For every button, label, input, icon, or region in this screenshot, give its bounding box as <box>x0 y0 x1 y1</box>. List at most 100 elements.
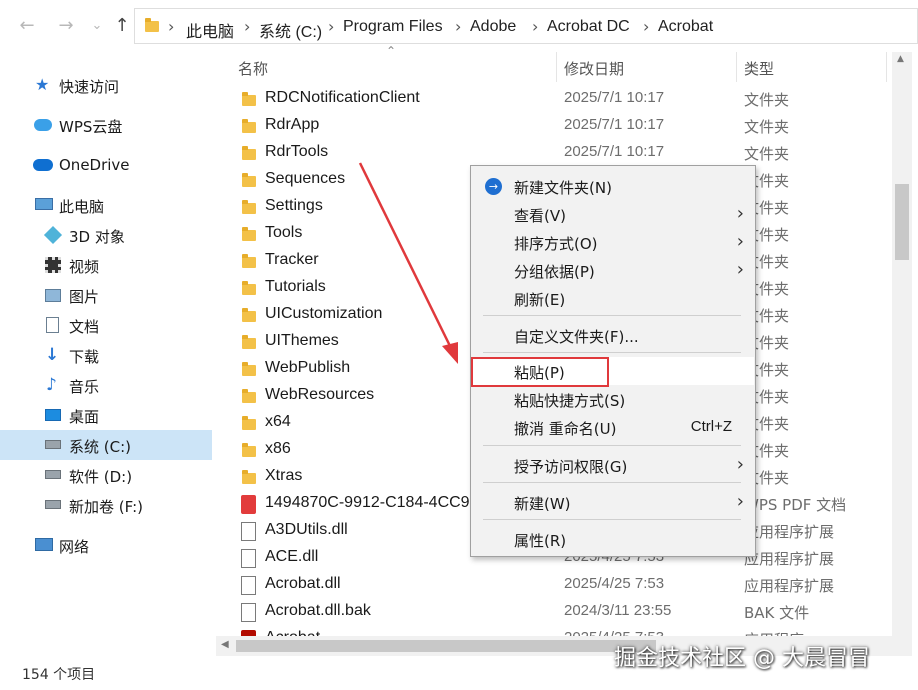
sidebar-item-documents[interactable]: 文档 <box>0 310 212 340</box>
breadcrumb-this-pc[interactable]: 此电脑 <box>186 18 234 42</box>
column-divider[interactable] <box>886 52 887 82</box>
sidebar-item-onedrive[interactable]: OneDrive <box>0 150 212 180</box>
breadcrumb-acrobat[interactable]: Acrobat <box>658 18 713 36</box>
menu-item[interactable]: 刷新(E) <box>472 284 754 312</box>
folder-icon <box>242 200 256 214</box>
sidebar-item-network[interactable]: 网络 <box>0 530 212 560</box>
sidebar-item-label: 音乐 <box>69 378 100 396</box>
menu-item[interactable]: 授予访问权限(G) › <box>472 451 754 479</box>
file-type: 文件夹 <box>744 118 790 136</box>
sidebar-item-label: 快速访问 <box>59 78 120 96</box>
sidebar-item-label: 图片 <box>69 288 100 306</box>
folder-icon <box>242 146 256 160</box>
file-name: Tools <box>265 224 303 241</box>
vertical-scrollbar[interactable]: ▲ <box>892 52 912 636</box>
chevron-right-icon: › <box>736 203 744 224</box>
sidebar-item-pictures[interactable]: 图片 <box>0 280 212 310</box>
menu-separator <box>483 519 741 520</box>
menu-item[interactable]: 撤消 重命名(U) Ctrl+Z <box>472 413 754 441</box>
folder-icon <box>242 416 256 430</box>
file-name: x64 <box>265 413 291 430</box>
column-divider[interactable] <box>556 52 557 82</box>
sidebar-item-this-pc[interactable]: 此电脑 <box>0 190 212 220</box>
column-header-name[interactable]: 名称 <box>238 58 268 79</box>
menu-item[interactable]: 查看(V) › <box>472 200 754 228</box>
menu-item[interactable]: 粘贴快捷方式(S) <box>472 385 754 413</box>
horizontal-scroll-thumb[interactable] <box>236 640 656 652</box>
file-row[interactable]: RdrTools 2025/7/1 10:17 文件夹 <box>216 140 892 167</box>
file-type: 文件夹 <box>744 91 790 109</box>
menu-item[interactable]: 排序方式(O) › <box>472 228 754 256</box>
sidebar-item-label: WPS云盘 <box>59 118 123 136</box>
sidebar-item-music[interactable]: ♪ 音乐 <box>0 370 212 400</box>
file-name: 1494870C-9912-C184-4CC9- <box>265 494 475 511</box>
sidebar-item-drive-f[interactable]: 新加卷 (F:) <box>0 490 212 520</box>
scroll-left-icon[interactable]: ◀ <box>221 639 229 650</box>
scroll-up-icon[interactable]: ▲ <box>897 54 904 64</box>
menu-item[interactable]: 自定义文件夹(F)... <box>472 321 754 349</box>
dll-file-icon <box>241 576 256 595</box>
picture-icon <box>45 289 61 302</box>
file-name: RdrApp <box>265 116 320 133</box>
dll-file-icon <box>241 549 256 568</box>
file-row[interactable]: RdrApp 2025/7/1 10:17 文件夹 <box>216 113 892 140</box>
address-bar[interactable]: › 此电脑 › 系统 (C:) › Program Files › Adobe … <box>134 8 918 44</box>
computer-icon <box>35 198 53 210</box>
sidebar-item-desktop[interactable]: 桌面 <box>0 400 212 430</box>
breadcrumb-adobe[interactable]: Adobe <box>470 18 516 36</box>
sidebar-item-label: 网络 <box>59 538 90 556</box>
menu-item-label: 新建(W) <box>514 495 571 513</box>
back-arrow-icon[interactable]: ← <box>16 15 38 37</box>
annotation-highlight-box <box>471 357 609 387</box>
dll-file-icon <box>241 522 256 541</box>
breadcrumb-separator: › <box>168 17 175 36</box>
file-name: UIThemes <box>265 332 339 349</box>
sidebar-item-wps-cloud[interactable]: WPS云盘 <box>0 110 212 140</box>
up-arrow-icon[interactable]: ↑ <box>111 15 133 37</box>
file-row[interactable]: RDCNotificationClient 2025/7/1 10:17 文件夹 <box>216 86 892 113</box>
file-type: WPS PDF 文档 <box>744 496 847 514</box>
sidebar-item-quick-access[interactable]: ★ 快速访问 <box>0 70 212 100</box>
menu-separator <box>483 315 741 316</box>
breadcrumb-separator: › <box>328 17 335 36</box>
file-name: Acrobat.dll.bak <box>265 602 371 619</box>
folder-icon <box>242 173 256 187</box>
breadcrumb-program-files[interactable]: Program Files <box>343 18 443 36</box>
sidebar-item-drive-c[interactable]: 系统 (C:) <box>0 430 212 460</box>
breadcrumb-acrobat-dc[interactable]: Acrobat DC <box>547 18 630 36</box>
recent-dropdown-icon[interactable]: ⌄ <box>86 15 108 37</box>
chevron-right-icon: › <box>736 454 744 475</box>
explorer-window: ← → ⌄ ↑ › 此电脑 › 系统 (C:) › Program Files … <box>0 0 918 690</box>
menu-item-label: 属性(R) <box>514 532 567 550</box>
folder-icon <box>242 389 256 403</box>
file-row[interactable]: Acrobat.dll 2025/4/25 7:53 应用程序扩展 <box>216 572 892 599</box>
menu-item[interactable]: 分组依据(P) › <box>472 256 754 284</box>
menu-separator <box>483 445 741 446</box>
vertical-scroll-thumb[interactable] <box>895 184 909 260</box>
folder-icon <box>242 308 256 322</box>
network-icon <box>35 538 53 551</box>
menu-item[interactable]: 新建(W) › <box>472 488 754 516</box>
menu-item[interactable]: → 新建文件夹(N) <box>472 172 754 200</box>
file-name: A3DUtils.dll <box>265 521 348 538</box>
annotation-arrow-shaft <box>358 162 452 347</box>
file-row[interactable]: Acrobat.dll.bak 2024/3/11 23:55 BAK 文件 <box>216 599 892 626</box>
file-row[interactable]: Acrobat 2025/4/25 7:53 应用程序 <box>216 626 892 636</box>
sidebar-item-downloads[interactable]: ↓ 下载 <box>0 340 212 370</box>
file-type: BAK 文件 <box>744 604 810 622</box>
breadcrumb-drive-c[interactable]: 系统 (C:) <box>259 18 322 42</box>
column-divider[interactable] <box>736 52 737 82</box>
new-folder-icon: → <box>485 178 502 195</box>
sidebar-item-3d-objects[interactable]: 3D 对象 <box>0 220 212 250</box>
column-header-date[interactable]: 修改日期 <box>564 58 624 79</box>
file-icon <box>241 603 256 622</box>
forward-arrow-icon[interactable]: → <box>55 15 77 37</box>
file-date: 2025/7/1 10:17 <box>564 143 665 160</box>
file-date: 2025/7/1 10:17 <box>564 116 665 133</box>
file-type: 应用程序扩展 <box>744 550 835 568</box>
menu-item-label: 粘贴快捷方式(S) <box>514 392 626 410</box>
sidebar-item-videos[interactable]: 视频 <box>0 250 212 280</box>
sidebar-item-drive-d[interactable]: 软件 (D:) <box>0 460 212 490</box>
menu-item[interactable]: 属性(R) <box>472 525 754 553</box>
column-header-type[interactable]: 类型 <box>744 58 774 79</box>
